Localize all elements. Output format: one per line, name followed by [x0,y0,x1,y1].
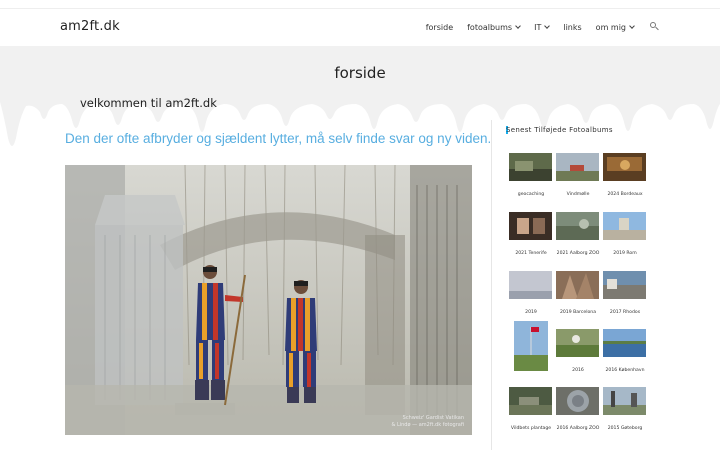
chevron-down-icon [629,23,635,29]
album-label: 2016 Aalborg ZOO [556,426,600,431]
album-item[interactable]: 2016 Aalborg ZOO [556,387,600,431]
album-thumbnail[interactable] [514,321,548,371]
sidebar-divider [491,120,492,450]
main-nav: forside fotoalbums IT links om mig [412,22,660,32]
album-label: 2015 Gøteborg [607,426,643,431]
site-logo[interactable]: am2ft.dk [60,19,120,34]
album-item[interactable]: 2024 Bordeaux [603,153,647,197]
album-label: 2016 København [605,368,645,373]
site-header: am2ft.dk forside fotoalbums IT links om … [0,9,720,46]
album-item[interactable]: 2016 København [603,329,647,373]
chevron-down-icon [515,23,521,29]
album-label: 2017 Rhodos [609,310,641,315]
album-label: geocaching [517,192,545,197]
album-item[interactable]: 2021 Tenerife [509,212,553,256]
tagline: Den der ofte afbryder og sjældent lytter… [65,131,492,146]
album-label: 2024 Bordeaux [607,192,643,197]
album-item[interactable]: Vindmølle [556,153,600,197]
album-label: 2021 Tenerife [515,251,547,256]
album-item[interactable]: 2021 Aalborg ZOO [556,212,600,256]
album-thumbnail[interactable] [603,271,646,299]
search-icon[interactable] [650,22,660,32]
album-thumbnail[interactable] [556,271,599,299]
nav-item-forside[interactable]: forside [426,23,453,32]
hero-photo: Schweiz' Gardist Vatikan & Lindø — am2ft… [65,165,472,435]
page-title: forside [334,64,386,82]
nav-label: fotoalbums [467,22,513,32]
chevron-down-icon [544,23,551,29]
album-item[interactable]: 2017 Rhodos [603,271,647,315]
album-item[interactable]: 2019 Rom [603,212,647,256]
album-thumbnail[interactable] [603,153,646,181]
album-thumbnail[interactable] [556,212,599,240]
welcome-heading: velkommen til am2ft.dk [80,96,217,110]
photo-caption: Schweiz' Gardist Vatikan & Lindø — am2ft… [391,415,464,429]
album-label: 2021 Aalborg ZOO [556,251,600,256]
album-item[interactable]: 2015 Gøteborg [603,387,647,431]
nav-label: links [563,22,582,32]
album-item[interactable]: 2016 [556,329,600,373]
nav-item-it[interactable]: IT [534,22,551,32]
album-thumbnail[interactable] [603,387,646,415]
album-label: 2016 [572,368,584,373]
top-strip [0,0,720,9]
widget-title: Senest Tilføjede Fotoalbums [506,126,613,134]
album-label: 2019 [525,310,537,315]
album-thumbnail[interactable] [556,387,599,415]
album-item[interactable]: Vildbets plantage [509,387,553,431]
album-thumbnail[interactable] [509,387,552,415]
album-thumbnail[interactable] [603,329,646,357]
nav-label: om mig [595,22,626,32]
caption-line: Schweiz' Gardist Vatikan [402,415,464,421]
nav-item-om-mig[interactable]: om mig [595,22,635,32]
album-thumbnail[interactable] [509,153,552,181]
album-label: Vindmølle [566,192,590,197]
nav-item-fotoalbums[interactable]: fotoalbums [467,22,521,32]
album-label: 2019 Rom [613,251,637,256]
nav-label: forside [425,22,454,32]
album-item[interactable]: 2019 [509,271,553,315]
album-thumbnail[interactable] [509,271,552,299]
album-thumbnail[interactable] [556,153,599,181]
album-label: Vildbets plantage [510,426,552,431]
nav-item-links[interactable]: links [563,23,581,32]
nav-label: IT [534,22,542,32]
album-thumbnail[interactable] [603,212,646,240]
album-item[interactable]: geocaching [509,153,553,197]
album-label: 2019 Barcelona [559,310,597,315]
album-item[interactable]: 2019 Barcelona [556,271,600,315]
caption-line: & Lindø — am2ft.dk fotografi [391,422,464,428]
album-thumbnail[interactable] [556,329,599,357]
album-thumbnail[interactable] [509,212,552,240]
album-item[interactable] [509,321,553,371]
